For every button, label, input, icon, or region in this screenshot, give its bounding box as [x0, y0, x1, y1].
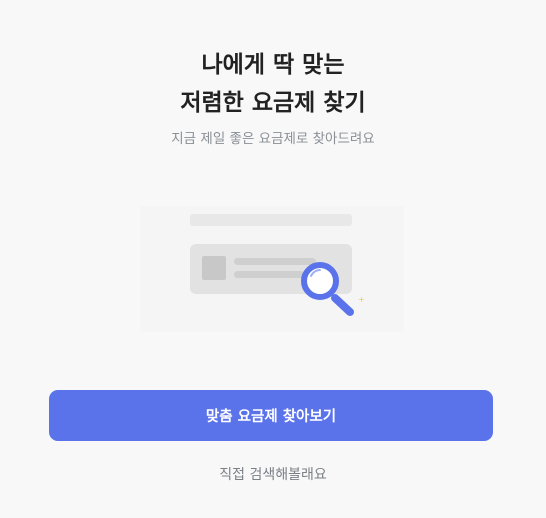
page-subtitle: 지금 제일 좋은 요금제로 찾아드려요 — [171, 131, 375, 147]
title-line-1: 나에게 딱 맞는 — [201, 52, 345, 78]
find-custom-plan-button[interactable]: 맞춤 요금제 찾아보기 — [49, 390, 493, 441]
search-myself-link[interactable]: 직접 검색해볼래요 — [0, 464, 546, 484]
title-line-2: 저렴한 요금제 찾기 — [180, 90, 366, 116]
placeholder-line — [234, 258, 316, 265]
page-title: 나에게 딱 맞는 저렴한 요금제 찾기 — [0, 46, 546, 122]
placeholder-bar — [190, 214, 352, 226]
placeholder-line — [234, 271, 304, 278]
plan-finder-intro-page: 나에게 딱 맞는 저렴한 요금제 찾기 지금 제일 좋은 요금제로 찾아드려요 … — [0, 0, 546, 518]
sparkle-icon: + — [358, 295, 365, 304]
placeholder-thumbnail — [202, 256, 226, 280]
search-illustration: + — [140, 206, 404, 332]
